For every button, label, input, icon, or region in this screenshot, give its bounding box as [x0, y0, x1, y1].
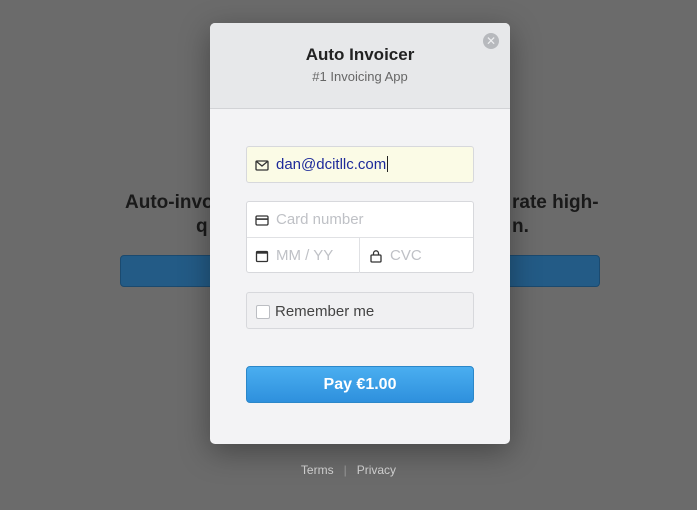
pay-button[interactable]: Pay €1.00 — [246, 366, 474, 403]
modal-title: Auto Invoicer — [305, 45, 415, 64]
close-icon[interactable]: ✕ — [483, 33, 499, 49]
email-field[interactable]: dan@dcitllc.com — [246, 146, 474, 183]
credit-card-icon — [255, 215, 269, 226]
lock-icon — [370, 250, 382, 263]
cvc-placeholder: CVC — [390, 247, 422, 264]
calendar-icon — [255, 250, 269, 263]
expiry-field[interactable]: MM / YY — [247, 238, 359, 273]
terms-link[interactable]: Terms — [301, 463, 334, 477]
remember-me-row[interactable]: Remember me — [246, 292, 474, 329]
cvc-field[interactable]: CVC — [360, 238, 473, 273]
expiry-placeholder: MM / YY — [276, 247, 334, 264]
card-details-group: Card number MM / YY CVC — [246, 201, 474, 273]
modal-header: Auto Invoicer #1 Invoicing App ✕ — [210, 23, 510, 109]
remember-me-checkbox[interactable] — [256, 305, 270, 319]
email-value: dan@dcitllc.com — [276, 156, 389, 173]
background-headline-left: Auto-invo — [125, 192, 214, 213]
modal-subtitle: #1 Invoicing App — [312, 69, 408, 84]
envelope-icon — [255, 160, 269, 171]
background-headline2-right: n. — [512, 216, 529, 237]
card-number-placeholder: Card number — [276, 211, 364, 228]
footer-separator: | — [343, 463, 347, 477]
card-number-field[interactable]: Card number — [247, 202, 473, 238]
card-expiry-cvc-row: MM / YY CVC — [247, 238, 473, 273]
checkout-modal: Auto Invoicer #1 Invoicing App ✕ dan@dci… — [210, 23, 510, 444]
privacy-link[interactable]: Privacy — [357, 463, 396, 477]
background-headline-right: rate high- — [512, 192, 599, 213]
background-headline2-left: q — [196, 216, 208, 237]
footer-links: Terms | Privacy — [0, 463, 697, 477]
remember-me-label: Remember me — [275, 303, 375, 320]
